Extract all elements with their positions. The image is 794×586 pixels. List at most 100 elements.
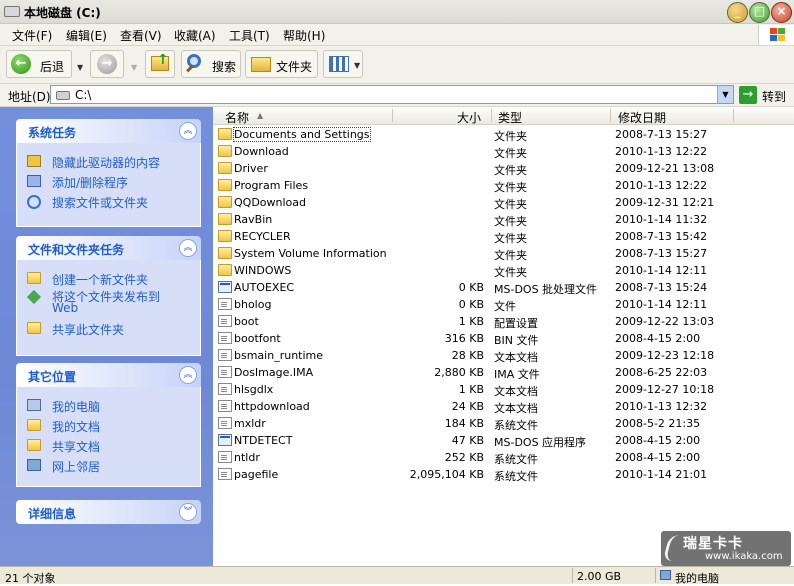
file-modified: 2010-1-13 12:22: [615, 179, 708, 192]
details-header[interactable]: 详细信息 ︾: [16, 500, 201, 524]
up-folder-button[interactable]: ↑: [145, 50, 175, 78]
address-dropdown-icon[interactable]: ▼: [717, 86, 733, 103]
file-row[interactable]: boot 1 KB 配置设置 2009-12-22 13:03: [213, 313, 794, 330]
menu-help[interactable]: 帮助(H): [283, 27, 325, 44]
back-button[interactable]: ← 后退: [6, 50, 72, 78]
task-search-files[interactable]: 搜索文件或文件夹: [17, 191, 200, 211]
task-share-folder[interactable]: 共享此文件夹: [17, 318, 200, 338]
menu-favorites[interactable]: 收藏(A): [174, 27, 216, 44]
file-row[interactable]: Driver 文件夹 2009-12-21 13:08: [213, 160, 794, 177]
file-row[interactable]: WINDOWS 文件夹 2010-1-14 12:11: [213, 262, 794, 279]
file-row[interactable]: RavBin 文件夹 2010-1-14 11:32: [213, 211, 794, 228]
program-icon: [218, 281, 232, 293]
folder-icon: [218, 196, 232, 208]
forward-history-dropdown-icon[interactable]: ▼: [131, 63, 137, 72]
file-type: 文件夹: [494, 215, 527, 228]
file-row[interactable]: Download 文件夹 2010-1-13 12:22: [213, 143, 794, 160]
file-name: hlsgdlx: [234, 383, 274, 396]
folder-icon: [251, 57, 271, 72]
file-folder-tasks-header[interactable]: 文件和文件夹任务 ︽: [16, 236, 201, 260]
other-places-header[interactable]: 其它位置 ︽: [16, 363, 201, 387]
other-places-panel: 其它位置 ︽ 我的电脑 我的文档 共享文档 网上邻居: [16, 363, 201, 487]
title-bar[interactable]: 本地磁盘 (C:) _ □ ×: [0, 0, 794, 24]
file-row[interactable]: AUTOEXEC 0 KB MS-DOS 批处理文件 2008-7-13 15:24: [213, 279, 794, 296]
column-divider[interactable]: [491, 109, 492, 122]
back-history-dropdown-icon[interactable]: ▼: [77, 63, 83, 72]
close-button[interactable]: ×: [771, 2, 792, 23]
menu-edit[interactable]: 编辑(E): [66, 27, 107, 44]
file-row[interactable]: DosImage.IMA 2,880 KB IMA 文件 2008-6-25 22:0…: [213, 364, 794, 381]
place-my-computer[interactable]: 我的电脑: [17, 395, 200, 415]
column-size[interactable]: 大小: [457, 109, 481, 126]
expand-chevron-icon[interactable]: ︾: [179, 503, 197, 521]
file-row[interactable]: Documents and Settings 文件夹 2008-7-13 15:27: [213, 126, 794, 143]
file-name: pagefile: [234, 468, 279, 481]
file-type: 文本文档: [494, 402, 538, 415]
collapse-chevron-icon[interactable]: ︽: [179, 239, 197, 257]
column-modified[interactable]: 修改日期: [618, 109, 666, 126]
file-row[interactable]: pagefile 2,095,104 KB 系统文件 2010-1-14 21:01: [213, 466, 794, 483]
search-button[interactable]: 搜索: [181, 50, 241, 78]
folder-icon: [218, 230, 232, 242]
file-name: mxldr: [234, 417, 266, 430]
file-icon: [218, 468, 232, 480]
forward-button[interactable]: →: [90, 50, 124, 78]
file-row[interactable]: mxldr 184 KB 系统文件 2008-5-2 21:35: [213, 415, 794, 432]
file-row[interactable]: bootfont 316 KB BIN 文件 2008-4-15 2:00: [213, 330, 794, 347]
task-new-folder[interactable]: 创建一个新文件夹: [17, 268, 200, 288]
task-hide-drive-contents[interactable]: 隐藏此驱动器的内容: [17, 151, 200, 171]
task-add-remove-programs[interactable]: 添加/删除程序: [17, 171, 200, 191]
views-button[interactable]: ▼: [323, 50, 363, 78]
file-name: httpdownload: [234, 400, 310, 413]
go-button[interactable]: 转到: [762, 88, 786, 105]
menu-tools[interactable]: 工具(T): [229, 27, 270, 44]
file-row[interactable]: QQDownload 文件夹 2009-12-31 12:21: [213, 194, 794, 211]
column-divider[interactable]: [392, 109, 393, 122]
place-network-neighborhood[interactable]: 网上邻居: [17, 455, 200, 475]
folders-button[interactable]: 文件夹: [245, 50, 318, 78]
file-row[interactable]: NTDETECT 47 KB MS-DOS 应用程序 2008-4-15 2:00: [213, 432, 794, 449]
column-header: 名称 ▲ 大小 类型 修改日期: [213, 107, 794, 125]
file-modified: 2010-1-14 11:32: [615, 213, 708, 226]
collapse-chevron-icon[interactable]: ︽: [179, 366, 197, 384]
file-row[interactable]: hlsgdlx 1 KB 文本文档 2009-12-27 10:18: [213, 381, 794, 398]
file-row[interactable]: bholog 0 KB 文件 2010-1-14 12:11: [213, 296, 794, 313]
file-name: QQDownload: [234, 196, 306, 209]
task-publish-to-web[interactable]: 将这个文件夹发布到 Web: [17, 288, 200, 318]
address-input[interactable]: C:\ ▼: [50, 85, 734, 104]
file-modified: 2009-12-22 13:03: [615, 315, 715, 328]
menu-file[interactable]: 文件(F): [12, 27, 52, 44]
column-name[interactable]: 名称: [225, 109, 249, 126]
file-row[interactable]: System Volume Information 文件夹 2008-7-13 15…: [213, 245, 794, 262]
system-tasks-header[interactable]: 系统任务 ︽: [16, 119, 201, 143]
collapse-chevron-icon[interactable]: ︽: [179, 122, 197, 140]
minimize-button[interactable]: _: [727, 2, 748, 23]
file-name: Driver: [234, 162, 268, 175]
folder-icon: [218, 247, 232, 259]
column-divider[interactable]: [610, 109, 611, 122]
file-type: 文件夹: [494, 232, 527, 245]
sort-ascending-icon: ▲: [257, 111, 264, 120]
file-modified: 2008-7-13 15:42: [615, 230, 708, 243]
menu-view[interactable]: 查看(V): [120, 27, 162, 44]
file-modified: 2009-12-27 10:18: [615, 383, 715, 396]
file-name: Documents and Settings: [233, 127, 371, 142]
go-arrow-icon[interactable]: →: [739, 86, 757, 104]
file-row[interactable]: RECYCLER 文件夹 2008-7-13 15:42: [213, 228, 794, 245]
file-type: MS-DOS 应用程序: [494, 436, 587, 449]
file-row[interactable]: bsmain_runtime 28 KB 文本文档 2009-12-23 12:18: [213, 347, 794, 364]
search-icon: [27, 195, 41, 209]
file-type: 文件夹: [494, 249, 527, 262]
maximize-button[interactable]: □: [749, 2, 770, 23]
file-row[interactable]: httpdownload 24 KB 文本文档 2010-1-13 12:32: [213, 398, 794, 415]
column-divider[interactable]: [733, 109, 734, 122]
file-row[interactable]: Program Files 文件夹 2010-1-13 12:22: [213, 177, 794, 194]
file-row[interactable]: ntldr 252 KB 系统文件 2008-4-15 2:00: [213, 449, 794, 466]
file-name: boot: [234, 315, 259, 328]
column-type[interactable]: 类型: [498, 109, 522, 126]
file-name: RavBin: [234, 213, 273, 226]
place-shared-documents[interactable]: 共享文档: [17, 435, 200, 455]
place-my-documents[interactable]: 我的文档: [17, 415, 200, 435]
file-size: 2,095,104 KB: [409, 468, 484, 481]
file-size: 1 KB: [458, 315, 484, 328]
